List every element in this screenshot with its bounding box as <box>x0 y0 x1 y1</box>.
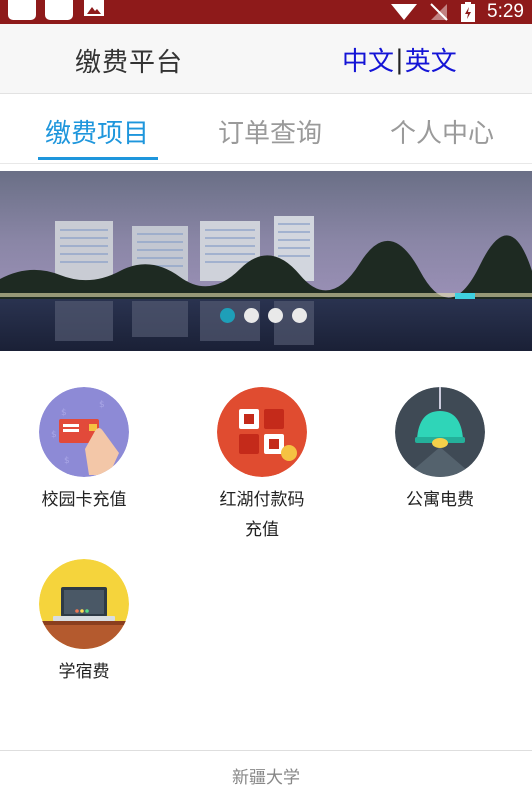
svg-text:$: $ <box>99 400 105 410</box>
language-switch: 中文 | 英文 <box>342 41 457 78</box>
item-label: 学宿费 <box>58 662 110 682</box>
lamp-icon <box>395 387 485 477</box>
svg-text:$: $ <box>64 456 70 466</box>
tuition-lodging-item[interactable]: 学宿费 <box>0 559 169 687</box>
tab-personal-center[interactable]: 个人中心 <box>390 113 494 150</box>
carousel-dot[interactable] <box>220 308 235 323</box>
lang-chinese-link[interactable]: 中文 <box>342 41 394 78</box>
app-title: 缴费平台 <box>75 48 184 78</box>
laptop-icon <box>39 559 129 649</box>
lang-english-link[interactable]: 英文 <box>405 41 457 78</box>
campus-card-icon: $ $ $ $ <box>39 387 129 477</box>
svg-text:$: $ <box>61 408 67 418</box>
notification-icon <box>8 0 36 20</box>
svg-text:$: $ <box>51 430 57 440</box>
campus-card-recharge-item[interactable]: $ $ $ $ 校园卡充值 <box>0 387 169 515</box>
lang-separator: | <box>395 44 404 75</box>
carousel-dot[interactable] <box>268 308 283 323</box>
active-tab-indicator <box>38 157 158 160</box>
apartment-electricity-item[interactable]: 公寓电费 <box>355 387 525 515</box>
carousel-dot[interactable] <box>292 308 307 323</box>
battery-icon <box>461 2 476 22</box>
signal-icon <box>430 3 448 21</box>
image-icon <box>84 0 104 16</box>
tab-order-query[interactable]: 订单查询 <box>218 113 322 150</box>
carousel-dot[interactable] <box>244 308 259 323</box>
item-label: 红湖付款码充值 <box>219 490 305 540</box>
carousel-dots <box>0 308 532 326</box>
payment-items-grid: $ $ $ $ 校园卡充值 红湖付款码充值 公寓电费 学宿费 <box>0 351 532 741</box>
qr-code-recharge-item[interactable]: 红湖付款码充值 <box>177 387 347 545</box>
tab-bar: 缴费项目 订单查询 个人中心 <box>0 95 532 164</box>
status-bar: 5:29 <box>0 0 532 24</box>
app-header: 缴费平台 中文 | 英文 <box>0 24 532 94</box>
qr-code-icon <box>217 387 307 477</box>
item-label: 公寓电费 <box>406 490 474 510</box>
footer-text: 新疆大学 <box>232 768 300 788</box>
footer: 新疆大学 <box>0 750 532 801</box>
notification-icon <box>45 0 73 20</box>
tab-payment-items[interactable]: 缴费项目 <box>45 113 149 150</box>
wifi-icon <box>391 4 418 20</box>
item-label: 校园卡充值 <box>41 490 127 510</box>
clock: 5:29 <box>487 1 524 22</box>
